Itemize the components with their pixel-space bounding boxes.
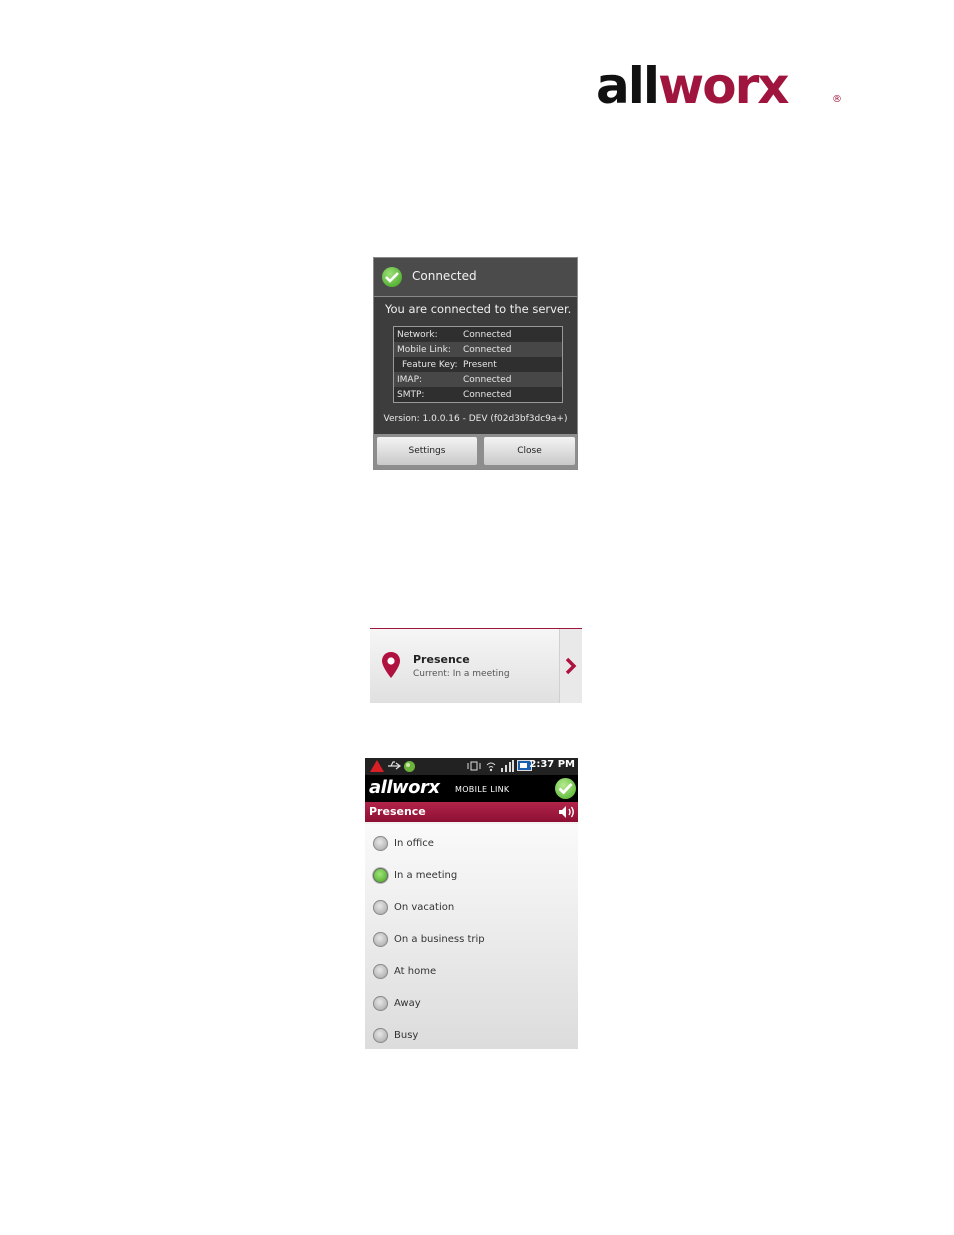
settings-button[interactable]: Settings [377,437,477,465]
table-row: Network: Connected [393,326,563,342]
radio-button-selected[interactable] [373,868,388,883]
option-label: At home [394,966,437,977]
presence-option-in-office[interactable]: In office [365,832,578,858]
presence-current: Current: In a meeting [413,669,510,679]
radio-button[interactable] [373,964,388,979]
status-key: Network: [397,329,438,340]
radio-button[interactable] [373,1028,388,1043]
option-label: In office [394,838,434,849]
presence-option-away[interactable]: Away [365,992,578,1018]
phone-presence-screen: 2:37 PM allworx MOBILE LINK Presence In … [365,758,578,1049]
presence-arrow-cell[interactable] [559,629,582,703]
close-button[interactable]: Close [484,437,575,465]
wifi-icon [486,762,496,772]
status-value: Present [463,359,497,370]
connected-check-icon[interactable] [555,778,576,799]
presence-menu-item[interactable]: Presence Current: In a meeting [370,628,582,703]
table-row: SMTP: Connected [393,387,563,403]
presence-option-in-a-meeting[interactable]: In a meeting [365,864,578,890]
table-row: Mobile Link: Connected [393,342,563,357]
option-label: In a meeting [394,870,458,881]
radio-button[interactable] [373,996,388,1011]
screen-title: Presence [369,805,426,818]
logo-text-accent: worx [658,57,789,115]
status-value: Connected [463,344,512,355]
app-header: allworx MOBILE LINK [365,775,578,802]
status-key: Mobile Link: [397,344,451,355]
status-bar: 2:37 PM [365,758,578,775]
table-row: Feature Key: Present [393,357,563,372]
dialog-message: You are connected to the server. [385,302,572,316]
dialog-title: Connected [412,269,477,283]
status-value: Connected [463,329,512,340]
app-brand-suffix: MOBILE LINK [455,785,510,794]
radio-button[interactable] [373,932,388,947]
presence-option-on-vacation[interactable]: On vacation [365,896,578,922]
status-table: Network: Connected Mobile Link: Connected … [393,326,563,403]
allworx-logo: allworx ® [596,58,846,114]
presence-title: Presence [413,653,470,666]
status-value: Connected [463,389,512,400]
option-label: On a business trip [394,934,485,945]
option-label: Busy [394,1030,419,1041]
screen-title-bar: Presence [365,802,578,822]
globe-icon [404,761,415,772]
status-key: SMTP: [397,389,425,400]
radio-button[interactable] [373,900,388,915]
usb-icon [388,761,401,770]
status-key: Feature Key: [402,359,458,370]
presence-option-on-business-trip[interactable]: On a business trip [365,928,578,954]
presence-option-at-home[interactable]: At home [365,960,578,986]
logo-text-dark: all [596,57,660,115]
location-pin-icon [381,651,401,683]
signal-icon [501,760,514,772]
dialog-header: Connected [374,258,577,297]
status-key: IMAP: [397,374,423,385]
speaker-icon[interactable] [558,805,576,819]
option-label: On vacation [394,902,455,913]
chevron-right-icon [565,657,577,675]
presence-options-list: In office In a meeting On vacation On a … [365,824,578,1049]
registered-mark: ® [832,94,842,105]
version-text: Version: 1.0.0.16 - DEV (f02d3bf3dc9a+) [383,414,568,424]
vibrate-icon [467,761,481,771]
table-row: IMAP: Connected [393,372,563,387]
presence-option-busy[interactable]: Busy [365,1024,578,1049]
dialog-button-bar: Settings Close [374,434,577,469]
status-value: Connected [463,374,512,385]
app-brand: allworx [369,777,440,798]
check-circle-icon [382,267,402,287]
connection-status-dialog: Connected You are connected to the serve… [373,257,578,470]
radio-button[interactable] [373,836,388,851]
status-time: 2:37 PM [529,759,575,770]
warning-icon [370,760,384,772]
option-label: Away [394,998,421,1009]
